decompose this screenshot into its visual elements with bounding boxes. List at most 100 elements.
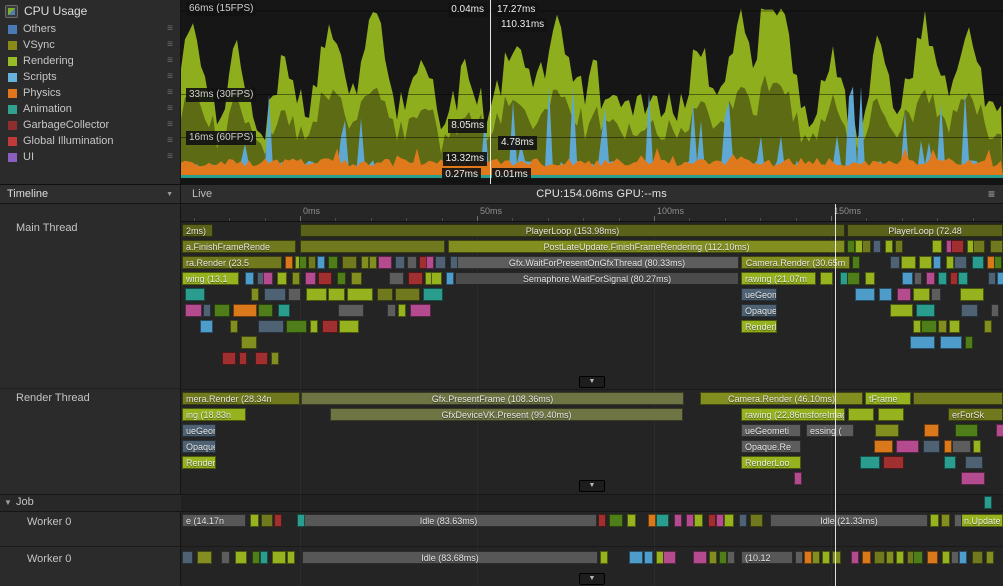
timeline-span[interactable]: [423, 288, 443, 301]
timeline-span[interactable]: [878, 408, 904, 421]
timeline-span[interactable]: [972, 551, 983, 564]
timeline-span[interactable]: [598, 514, 606, 527]
timeline-span[interactable]: [185, 304, 202, 317]
timeline-span[interactable]: [278, 304, 290, 317]
timeline-span[interactable]: Opaque.R: [182, 440, 216, 453]
timeline-span[interactable]: [750, 514, 763, 527]
timeline-span[interactable]: [965, 456, 983, 469]
timeline-span[interactable]: [944, 456, 956, 469]
cpu-chart[interactable]: 66ms (15FPS)33ms (30FPS)16ms (60FPS)0.04…: [181, 0, 1003, 185]
legend-item-animation[interactable]: Animation≡: [0, 101, 180, 117]
timeline-span[interactable]: [862, 551, 871, 564]
timeline-span[interactable]: [955, 424, 978, 437]
timeline-span[interactable]: [820, 272, 833, 285]
timeline-span[interactable]: [942, 551, 950, 564]
timeline-span[interactable]: [949, 320, 960, 333]
timeline-span[interactable]: [873, 240, 881, 253]
timeline-span[interactable]: [200, 320, 213, 333]
timeline-span[interactable]: [351, 272, 362, 285]
timeline-span[interactable]: [961, 304, 978, 317]
drag-handle-icon[interactable]: ≡: [167, 56, 173, 66]
timeline-span[interactable]: [961, 472, 985, 485]
thread-row-label-job[interactable]: Job: [16, 496, 34, 508]
timeline-span[interactable]: [318, 272, 332, 285]
timeline-span[interactable]: [693, 551, 707, 564]
timeline-span[interactable]: [851, 551, 859, 564]
timeline-span[interactable]: [446, 272, 454, 285]
timeline-span[interactable]: [322, 320, 338, 333]
drag-handle-icon[interactable]: ≡: [167, 120, 173, 130]
timeline-span[interactable]: [991, 304, 999, 317]
timeline-span[interactable]: [910, 336, 935, 349]
timeline-span[interactable]: PlayerLoop (153.98ms): [300, 224, 845, 237]
thread-row-label-worker-0[interactable]: Worker 0: [27, 516, 71, 528]
timeline-span[interactable]: [886, 551, 894, 564]
timeline-span[interactable]: [305, 272, 316, 285]
foldout-arrow-icon[interactable]: ▼: [4, 498, 12, 507]
timeline-span[interactable]: [997, 272, 1003, 285]
timeline-span[interactable]: [338, 304, 364, 317]
timeline-span[interactable]: [435, 256, 446, 269]
timeline-span[interactable]: [410, 304, 431, 317]
timeline-span[interactable]: [310, 320, 318, 333]
timeline-span[interactable]: [328, 288, 345, 301]
drag-handle-icon[interactable]: ≡: [167, 104, 173, 114]
timeline-span[interactable]: ueGeome: [182, 424, 216, 437]
timeline-span[interactable]: [885, 240, 893, 253]
timeline-span[interactable]: RenderL: [182, 456, 216, 469]
timeline-span[interactable]: [984, 496, 992, 509]
timeline-span[interactable]: [277, 272, 287, 285]
legend-item-others[interactable]: Others≡: [0, 21, 180, 37]
timeline-span[interactable]: [271, 352, 279, 365]
timeline-span[interactable]: [951, 240, 964, 253]
time-ruler[interactable]: 0ms50ms100ms150ms: [181, 204, 1003, 222]
timeline-span[interactable]: [450, 256, 458, 269]
drag-handle-icon[interactable]: ≡: [167, 136, 173, 146]
timeline-span[interactable]: [378, 256, 392, 269]
timeline-span[interactable]: [852, 256, 860, 269]
timeline-span[interactable]: [960, 288, 984, 301]
timeline-span[interactable]: [251, 288, 259, 301]
timeline-span[interactable]: [862, 240, 871, 253]
timeline-span[interactable]: [241, 336, 257, 349]
timeline-span[interactable]: [663, 551, 676, 564]
timeline-span[interactable]: ing (18.83n: [182, 408, 246, 421]
timeline-span[interactable]: [860, 456, 880, 469]
timeline-span[interactable]: [395, 256, 405, 269]
timeline-span[interactable]: [874, 551, 885, 564]
timeline-span[interactable]: [874, 440, 893, 453]
drag-handle-icon[interactable]: ≡: [167, 88, 173, 98]
timeline-span[interactable]: [931, 288, 941, 301]
timeline-span[interactable]: [258, 304, 273, 317]
timeline-span[interactable]: [203, 304, 211, 317]
timeline-span[interactable]: [255, 352, 268, 365]
timeline-span[interactable]: [369, 256, 377, 269]
timeline-span[interactable]: Gfx.PresentFrame (108.36ms): [301, 392, 684, 405]
timeline-span[interactable]: [300, 240, 445, 253]
timeline-span[interactable]: [913, 551, 923, 564]
timeline-span[interactable]: [812, 551, 820, 564]
timeline-span[interactable]: [913, 392, 1003, 405]
timeline-span[interactable]: [264, 288, 286, 301]
timeline-span[interactable]: [822, 551, 830, 564]
timeline-span[interactable]: [919, 256, 932, 269]
timeline-span[interactable]: [895, 240, 903, 253]
timeline-span[interactable]: [944, 440, 952, 453]
timeline-span[interactable]: [940, 336, 962, 349]
timeline-span[interactable]: rawing (21.07m: [741, 272, 816, 285]
timeline-span[interactable]: (10.12: [741, 551, 793, 564]
timeline-span[interactable]: [233, 304, 257, 317]
timeline-span[interactable]: [926, 272, 935, 285]
timeline-span[interactable]: [250, 514, 259, 527]
legend-item-global-illumination[interactable]: Global Illumination≡: [0, 133, 180, 149]
timeline-span[interactable]: [235, 551, 247, 564]
timeline-span[interactable]: [686, 514, 694, 527]
timeline-span[interactable]: [973, 440, 981, 453]
timeline-span[interactable]: [996, 424, 1003, 437]
timeline-span[interactable]: [972, 256, 984, 269]
timeline-span[interactable]: ueGeometi: [741, 424, 801, 437]
timeline-span[interactable]: Opaque.Re: [741, 440, 801, 453]
timeline-span[interactable]: [306, 288, 327, 301]
timeline-span[interactable]: [988, 272, 996, 285]
timeline-span[interactable]: [927, 551, 938, 564]
